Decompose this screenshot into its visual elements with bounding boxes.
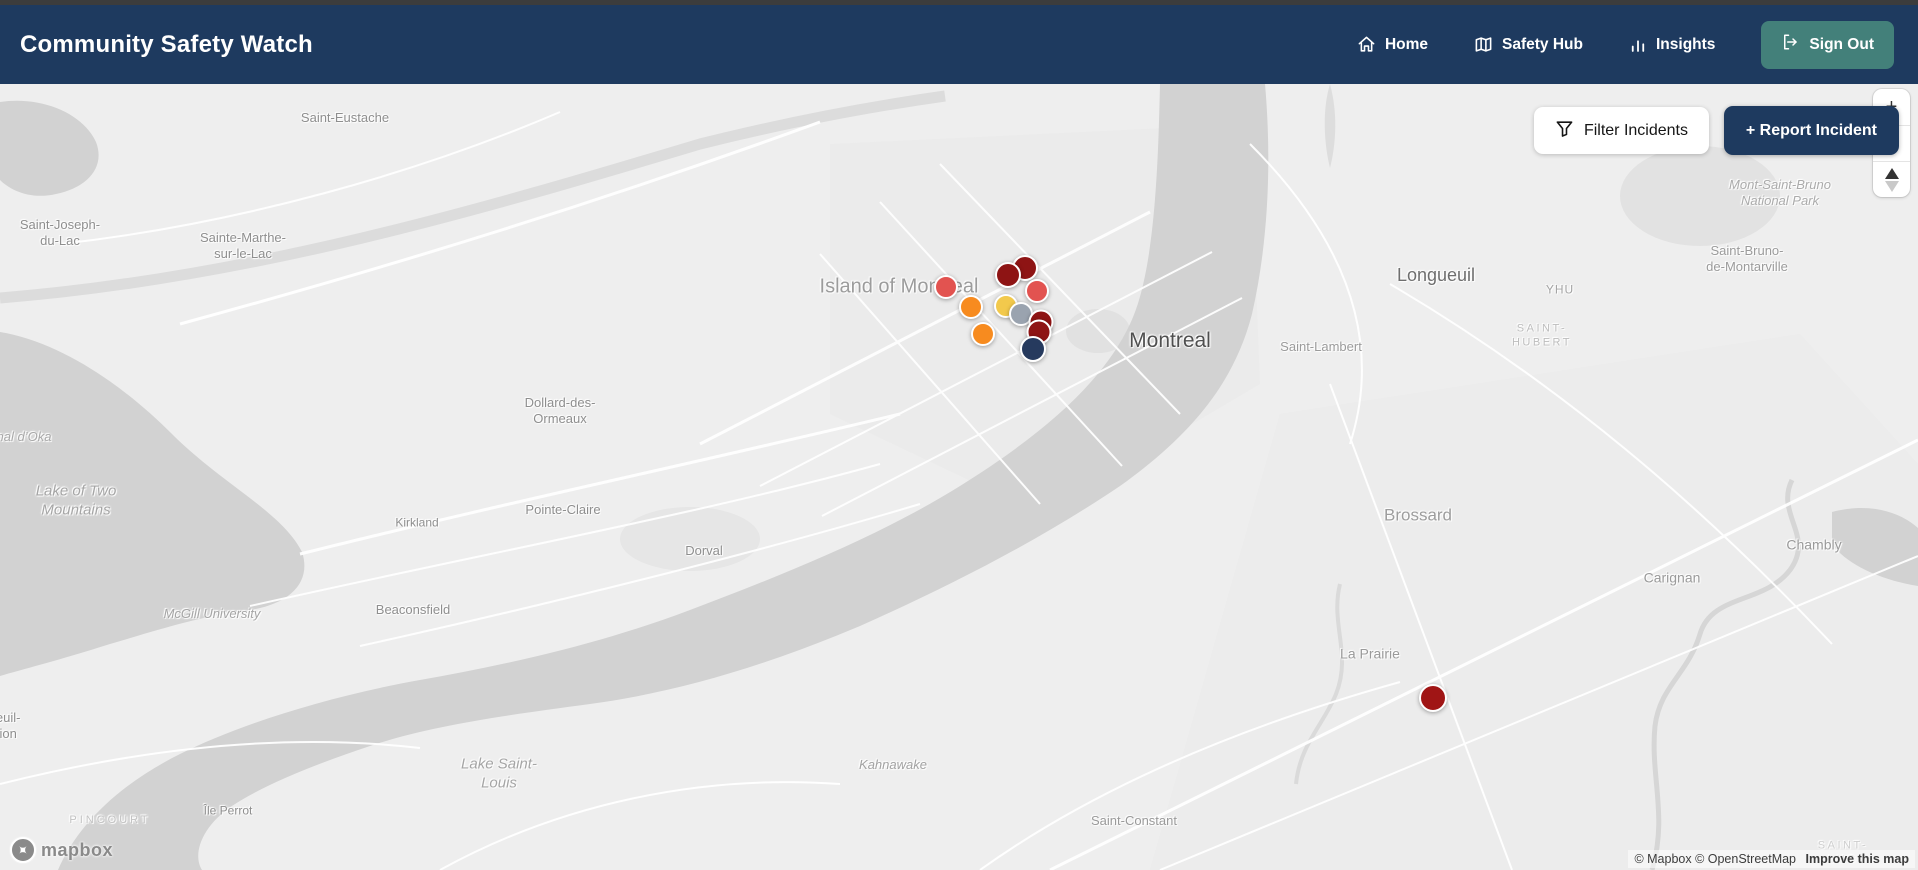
map-icon	[1474, 35, 1493, 54]
main-nav: Home Safety Hub Insights Sign Out	[1357, 20, 1894, 69]
incident-marker[interactable]	[971, 322, 995, 346]
incident-marker[interactable]	[934, 275, 958, 299]
home-icon	[1357, 35, 1376, 54]
report-incident-button[interactable]: + Report Incident	[1723, 106, 1899, 155]
map-label: Saint-Eustache	[300, 109, 390, 125]
map-label: Beaconsfield	[375, 601, 451, 617]
nav-label: Safety Hub	[1502, 35, 1583, 53]
map-label: Kirkland	[395, 515, 439, 530]
filter-funnel-icon	[1555, 119, 1574, 143]
map-label: Carignan	[1643, 569, 1701, 586]
compass-needle-icon	[1884, 167, 1899, 192]
nav-item-safety-hub[interactable]: Safety Hub	[1474, 35, 1583, 54]
map-label: McGill University	[163, 605, 261, 621]
map-label: Brossard	[1383, 505, 1453, 525]
map-label: Saint-Lambert	[1280, 338, 1362, 354]
mapbox-logo[interactable]: ✦ mapbox	[10, 837, 113, 863]
attribution-text[interactable]: © Mapbox © OpenStreetMap	[1634, 852, 1796, 866]
incident-marker[interactable]	[1025, 279, 1049, 303]
map-label: Île Perrot	[203, 803, 253, 818]
incident-marker[interactable]	[1419, 684, 1447, 712]
map-label: Chambly	[1786, 536, 1842, 553]
map-label: reuil- rion	[0, 709, 21, 741]
filter-incidents-label: Filter Incidents	[1583, 121, 1688, 139]
map-label: Longueuil	[1396, 264, 1476, 285]
map-label: Lake of Two Mountains	[35, 482, 117, 518]
map-label: Lake Saint- Louis	[461, 755, 537, 791]
app-header: Community Safety Watch Home Safety Hub I…	[0, 5, 1918, 84]
incident-marker[interactable]	[959, 295, 983, 319]
app-title: Community Safety Watch	[20, 30, 313, 58]
map-label: Saint-Constant	[1091, 812, 1177, 828]
mapbox-logo-icon: ✦	[10, 837, 36, 863]
sign-out-button[interactable]: Sign Out	[1761, 20, 1894, 69]
map-label: Dollard-des- Ormeaux	[524, 394, 596, 426]
incident-marker[interactable]	[995, 262, 1021, 288]
sign-out-label: Sign Out	[1809, 35, 1874, 53]
map-label: nal d’Oka	[0, 428, 52, 444]
map-label: YHU	[1545, 282, 1575, 297]
map-label: Pointe-Claire	[525, 501, 601, 517]
mapbox-wordmark: mapbox	[41, 839, 114, 860]
map-label: Kahnawake	[859, 756, 927, 772]
map-label: PINCOURT	[69, 814, 151, 827]
compass-button[interactable]	[1873, 161, 1910, 197]
bar-chart-icon	[1629, 36, 1647, 54]
incident-marker[interactable]	[1020, 336, 1046, 362]
map-basemap	[0, 84, 1918, 870]
map-label: SAINT- HUBERT	[1511, 322, 1573, 348]
map-label: Mont-Saint-Bruno National Park	[1729, 176, 1831, 208]
map-label: Saint-Bruno- de-Montarville	[1706, 242, 1788, 274]
nav-item-insights[interactable]: Insights	[1629, 36, 1715, 54]
map-label: La Prairie	[1340, 645, 1400, 662]
improve-map-link[interactable]: Improve this map	[1806, 852, 1910, 866]
incident-map[interactable]: Saint-Eustache Saint-Joseph- du-Lac Sainte…	[0, 84, 1918, 870]
filter-incidents-button[interactable]: Filter Incidents	[1533, 107, 1709, 154]
nav-item-home[interactable]: Home	[1357, 35, 1428, 54]
nav-label: Home	[1384, 35, 1429, 53]
nav-label: Insights	[1656, 35, 1716, 53]
map-attribution: © Mapbox © OpenStreetMap Improve this ma…	[1628, 850, 1915, 868]
map-label: Sainte-Marthe- sur-le-Lac	[200, 229, 286, 261]
sign-out-icon	[1781, 33, 1799, 56]
window-top-strip	[0, 0, 1918, 5]
report-incident-label: + Report Incident	[1745, 121, 1877, 139]
map-label: Montreal	[1129, 328, 1211, 352]
map-label: Saint-Joseph- du-Lac	[19, 216, 101, 248]
map-label: Dorval	[685, 542, 723, 558]
